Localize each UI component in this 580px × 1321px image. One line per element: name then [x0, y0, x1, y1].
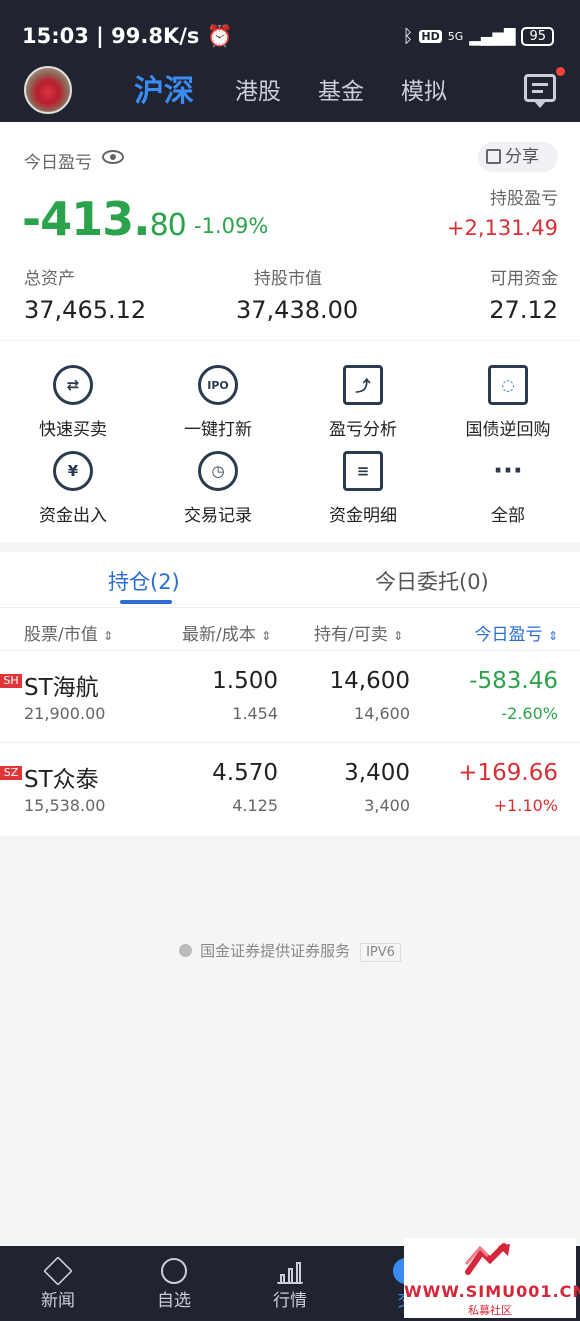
- status-time: 15:03: [22, 24, 89, 48]
- available-label: 可用资金: [490, 269, 558, 289]
- battery-icon: 95: [521, 27, 554, 46]
- bluetooth-icon: ᛒ: [402, 26, 414, 47]
- quick-trade-button[interactable]: ⇄ 快速买卖: [3, 365, 143, 440]
- total-assets-label: 总资产: [24, 269, 75, 289]
- nav-news[interactable]: 新闻: [0, 1246, 116, 1311]
- available-value: 27.12: [489, 296, 558, 324]
- message-icon[interactable]: [524, 74, 556, 108]
- sellable-qty: 3,400: [364, 796, 410, 815]
- ipo-icon: IPO: [198, 365, 238, 405]
- header-stock[interactable]: 股票/市值 ⇕: [24, 620, 113, 645]
- network-label: 5G: [447, 30, 464, 43]
- avatar[interactable]: [24, 66, 72, 114]
- watermark: WWW.SIMU001.CN 私募社区: [404, 1238, 580, 1318]
- market-value-value: 37,438.00: [236, 296, 359, 324]
- stock-name: ST海航: [24, 675, 99, 701]
- market-badge: SZ: [0, 766, 22, 780]
- hold-qty: 14,600: [329, 668, 410, 694]
- tab-fund[interactable]: 基金: [318, 72, 364, 106]
- share-icon: [486, 149, 501, 164]
- clock-icon: ◷: [198, 451, 238, 491]
- alarm-icon: ⏰: [206, 24, 233, 48]
- hold-pnl-value: +2,131.49: [446, 216, 558, 240]
- broker-footer: 国金证券提供证券服务 IPV6: [0, 940, 580, 962]
- hold-qty: 3,400: [344, 760, 410, 786]
- fund-details-button[interactable]: ≡ 资金明细: [293, 451, 433, 526]
- tab-indicator: [120, 600, 172, 604]
- fund-transfer-button[interactable]: ¥ 资金出入: [3, 451, 143, 526]
- header-latest-cost[interactable]: 最新/成本 ⇕: [182, 620, 271, 645]
- today-pnl-label: 今日盈亏: [24, 153, 92, 173]
- trade-history-button[interactable]: ◷ 交易记录: [148, 451, 288, 526]
- nav-market[interactable]: 行情: [232, 1246, 348, 1311]
- watermark-logo: [464, 1243, 510, 1275]
- hold-pnl-label: 持股盈亏: [490, 189, 558, 209]
- repo-ticket-icon: ◌: [488, 365, 528, 405]
- trend-icon: [161, 1258, 187, 1284]
- notification-dot: [556, 67, 565, 76]
- ipo-button[interactable]: IPO 一键打新: [148, 365, 288, 440]
- row-pnl: +169.66: [458, 760, 558, 786]
- account-summary: 今日盈亏 分享 -413.80 -1.09% 持股盈亏 +2,131.49 总资…: [0, 122, 580, 340]
- cost-price: 4.125: [232, 796, 278, 815]
- hd-badge: HD: [419, 30, 442, 43]
- reverse-repo-button[interactable]: ◌ 国债逆回购: [438, 365, 578, 440]
- status-left: 15:03 | 99.8K/s ⏰: [22, 24, 233, 48]
- quick-actions: ⇄ 快速买卖 IPO 一键打新 ⤴ 盈亏分析 ◌ 国债逆回购 ¥ 资金出入 ◷ …: [0, 341, 580, 542]
- ipv6-badge: IPV6: [360, 943, 401, 962]
- signal-icon: ▂▄▆█: [469, 27, 516, 46]
- pnl-analysis-button[interactable]: ⤴ 盈亏分析: [293, 365, 433, 440]
- row-pnl-pct: +1.10%: [493, 796, 558, 815]
- all-functions-button[interactable]: ··· 全部: [438, 451, 578, 526]
- latest-price: 4.570: [212, 760, 278, 786]
- row-pnl-pct: -2.60%: [501, 704, 558, 723]
- yuan-transfer-icon: ¥: [53, 451, 93, 491]
- today-pnl-value: -413.80: [22, 192, 187, 246]
- tab-simulate[interactable]: 模拟: [401, 72, 447, 106]
- row-pnl: -583.46: [469, 668, 558, 694]
- stock-market-value: 21,900.00: [24, 704, 106, 723]
- today-pnl-pct: -1.09%: [194, 214, 269, 238]
- more-dots-icon: ···: [493, 456, 523, 486]
- market-value-label: 持股市值: [254, 269, 322, 289]
- watermark-cn: 私募社区: [468, 1304, 512, 1317]
- market-badge: SH: [0, 674, 22, 688]
- share-button[interactable]: 分享: [478, 142, 558, 172]
- latest-price: 1.500: [212, 668, 278, 694]
- header-today-pnl[interactable]: 今日盈亏 ⇕: [475, 620, 558, 645]
- chart-monitor-icon: ⤴: [343, 365, 383, 405]
- bar-chart-icon: [277, 1258, 303, 1284]
- status-bar: 15:03 | 99.8K/s ⏰ ᛒ HD 5G ▂▄▆█ 95: [0, 0, 580, 66]
- positions-panel: 持仓(2) 今日委托(0) 股票/市值 ⇕ 最新/成本 ⇕ 持有/可卖 ⇕ 今日…: [0, 552, 580, 836]
- tab-hushen[interactable]: 沪深: [134, 66, 194, 110]
- status-speed: 99.8K/s: [111, 24, 200, 48]
- exchange-icon: ⇄: [53, 365, 93, 405]
- watermark-url: WWW.SIMU001.CN: [404, 1282, 580, 1301]
- broker-logo-icon: [179, 944, 193, 957]
- nav-watchlist[interactable]: 自选: [116, 1246, 232, 1311]
- tab-today-orders[interactable]: 今日委托(0): [375, 566, 489, 596]
- tab-holdings[interactable]: 持仓(2): [108, 566, 180, 596]
- sellable-qty: 14,600: [354, 704, 410, 723]
- status-right: ᛒ HD 5G ▂▄▆█ 95: [403, 26, 554, 47]
- stock-market-value: 15,538.00: [24, 796, 106, 815]
- tab-ganggu[interactable]: 港股: [235, 72, 281, 106]
- clipboard-icon: ≡: [343, 451, 383, 491]
- top-nav: 沪深 港股 基金 模拟: [0, 66, 580, 122]
- header-hold-sellable[interactable]: 持有/可卖 ⇕: [314, 620, 403, 645]
- news-icon: [43, 1256, 73, 1286]
- stock-name: ST众泰: [24, 767, 99, 793]
- eye-icon[interactable]: [102, 150, 124, 164]
- cost-price: 1.454: [232, 704, 278, 723]
- total-assets-value: 37,465.12: [24, 296, 147, 324]
